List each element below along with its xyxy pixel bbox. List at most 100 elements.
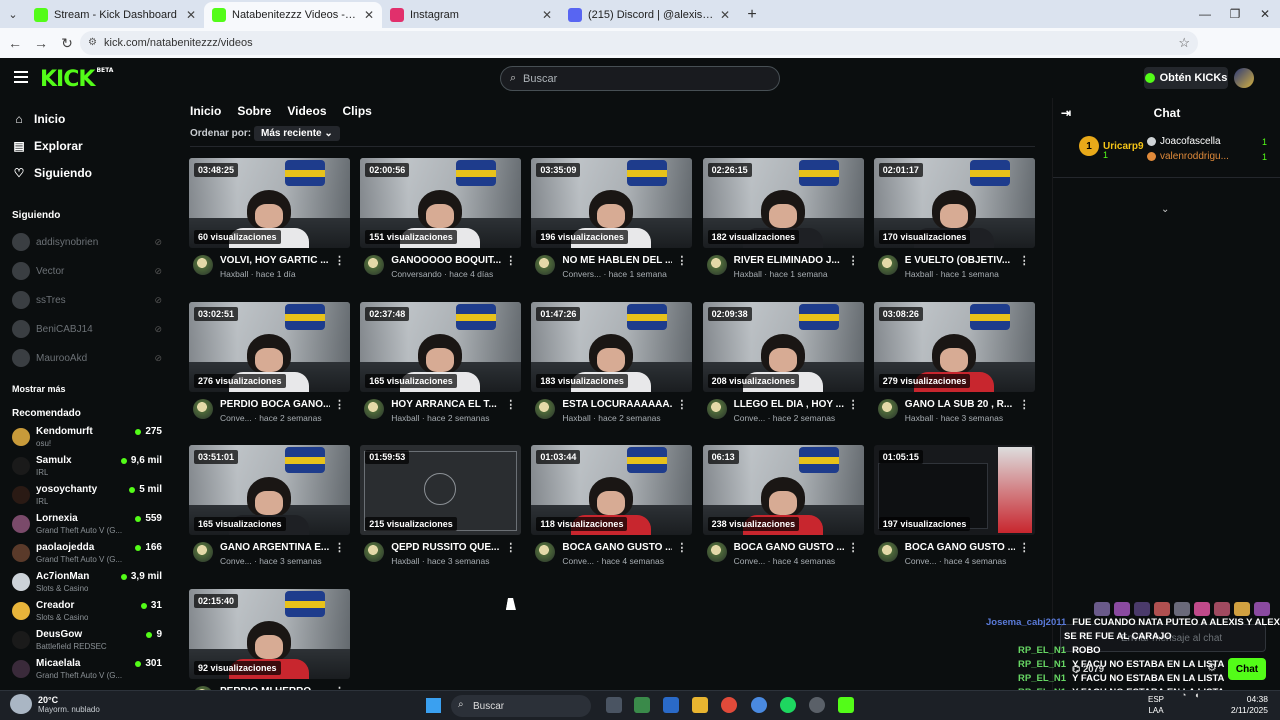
video-thumbnail[interactable]: 02:00:56 151 visualizaciones: [360, 158, 522, 248]
more-options-icon[interactable]: ⋮: [848, 398, 859, 411]
more-options-icon[interactable]: ⋮: [676, 254, 687, 267]
chat-username[interactable]: RP_EL_N1: [1018, 645, 1066, 656]
more-options-icon[interactable]: ⋮: [505, 254, 516, 267]
video-title[interactable]: BOCA GANO GUSTO ...: [734, 542, 844, 553]
close-tab-icon[interactable]: ✕: [542, 8, 552, 22]
leaderboard-row[interactable]: Joacofascella 1: [1147, 136, 1267, 147]
recommended-channel[interactable]: Kendomurft osu! 275: [12, 425, 162, 451]
video-thumbnail[interactable]: 02:37:48 165 visualizaciones: [360, 301, 522, 392]
steam-icon[interactable]: [809, 697, 825, 713]
recommended-channel[interactable]: Lornexia Grand Theft Auto V (G... 559: [12, 512, 162, 538]
more-options-icon[interactable]: ⋮: [676, 541, 687, 554]
recommended-channel[interactable]: yosoychanty IRL 5 mil: [12, 483, 162, 509]
chat-username[interactable]: RP_EL_N1: [1018, 673, 1066, 684]
channel-avatar[interactable]: [877, 398, 898, 419]
video-card[interactable]: 02:37:48 165 visualizaciones HOY ARRANCA E…: [360, 301, 522, 432]
user-avatar[interactable]: [1234, 68, 1254, 88]
more-options-icon[interactable]: ⋮: [505, 398, 516, 411]
video-title[interactable]: E VUELTO (OBJETIV...: [905, 255, 1015, 266]
emote-icon[interactable]: [1174, 602, 1190, 616]
emote-icon[interactable]: [1194, 602, 1210, 616]
search-input[interactable]: ⌕ Buscar: [500, 66, 780, 91]
channel-avatar[interactable]: [535, 255, 556, 275]
browser-tab[interactable]: (215) Discord | @alexis [el ✕: [560, 2, 738, 28]
leaderboard-top[interactable]: 1 Uricarp9 1: [1079, 136, 1144, 160]
video-card[interactable]: 06:13 238 visualizaciones BOCA GANO GUSTO …: [702, 445, 864, 575]
video-card[interactable]: 03:51:01 165 visualizaciones GANO ARGENTIN…: [189, 445, 350, 575]
video-title[interactable]: RIVER ELIMINADO J...: [734, 255, 844, 266]
hamburger-menu-icon[interactable]: [14, 71, 28, 83]
browser-tab-active[interactable]: Natabenitezzz Videos - Watch Clip ✕: [204, 2, 382, 28]
video-thumbnail[interactable]: 03:51:01 165 visualizaciones: [189, 445, 350, 535]
calculator-icon[interactable]: [663, 697, 679, 713]
channel-avatar[interactable]: [193, 398, 213, 419]
chat-username[interactable]: RP_EL_N1: [1018, 659, 1066, 670]
video-card[interactable]: 03:02:51 276 visualizaciones PERDIO BOCA G…: [189, 301, 350, 432]
video-thumbnail[interactable]: 01:05:15 197 visualizaciones: [873, 445, 1035, 535]
channel-avatar[interactable]: [706, 255, 727, 275]
tab-inicio[interactable]: Inicio: [190, 104, 221, 118]
video-card[interactable]: 01:47:26 183 visualizaciones ESTA LOCURAAA…: [531, 301, 693, 432]
windows-start-icon[interactable]: [426, 698, 441, 713]
video-thumbnail[interactable]: 06:13 238 visualizaciones: [702, 445, 864, 535]
video-title[interactable]: ESTA LOCURAAAAAA...: [562, 399, 672, 410]
more-options-icon[interactable]: ⋮: [848, 541, 859, 554]
more-options-icon[interactable]: ⋮: [505, 541, 516, 554]
emote-icon[interactable]: [1114, 602, 1130, 616]
bookmark-star-icon[interactable]: ☆: [1178, 35, 1190, 51]
video-card[interactable]: 02:01:17 170 visualizaciones E VUELTO (OBJ…: [873, 158, 1035, 288]
video-thumbnail[interactable]: 03:08:26 279 visualizaciones: [873, 301, 1035, 392]
tab-clips[interactable]: Clips: [343, 104, 372, 118]
browser-tab[interactable]: Stream - Kick Dashboard ✕: [26, 2, 204, 28]
channel-avatar[interactable]: [364, 398, 385, 419]
more-options-icon[interactable]: ⋮: [848, 254, 859, 267]
video-title[interactable]: BOCA GANO GUSTO ...: [905, 542, 1015, 553]
reload-icon[interactable]: ↻: [55, 31, 79, 55]
close-window-icon[interactable]: ✕: [1248, 0, 1280, 28]
emote-icon[interactable]: [1094, 602, 1110, 616]
volume-icon[interactable]: ◖: [1194, 690, 1199, 700]
sort-dropdown[interactable]: Más reciente ⌄: [254, 126, 340, 141]
video-title[interactable]: QEPD RUSSITO QUE...: [391, 542, 501, 553]
weather-widget[interactable]: 20°C Mayorm. nublado: [10, 694, 100, 714]
sidebar-item-explorar[interactable]: ▤ Explorar: [12, 139, 82, 153]
following-channel[interactable]: Vector ⊘: [12, 262, 162, 280]
emote-icon[interactable]: [1134, 602, 1150, 616]
video-thumbnail[interactable]: 02:09:38 208 visualizaciones: [702, 301, 864, 392]
following-channel[interactable]: BeniCABJ14 ⊘: [12, 320, 162, 338]
video-card[interactable]: 03:08:26 279 visualizaciones GANO LA SUB 2…: [873, 301, 1035, 432]
video-title[interactable]: VOLVI, HOY GARTIC ...: [220, 255, 330, 266]
spotify-icon[interactable]: [780, 697, 796, 713]
channel-avatar[interactable]: [193, 542, 213, 562]
expand-leaderboard-icon[interactable]: ⌄: [1161, 204, 1169, 215]
chat-username[interactable]: Josema_cabj2011: [986, 617, 1066, 628]
maximize-icon[interactable]: ❐: [1218, 0, 1252, 28]
tab-videos[interactable]: Videos: [287, 104, 326, 118]
taskbar-search[interactable]: ⌕ Buscar: [451, 695, 591, 717]
minimize-icon[interactable]: —: [1188, 0, 1222, 28]
emote-icon[interactable]: [1234, 602, 1250, 616]
more-options-icon[interactable]: ⋮: [1019, 254, 1030, 267]
channel-avatar[interactable]: [877, 255, 898, 275]
video-card[interactable]: 01:03:44 118 visualizaciones BOCA GANO GUS…: [531, 445, 693, 575]
close-tab-icon[interactable]: ✕: [720, 8, 730, 22]
collapse-chat-icon[interactable]: ⇥: [1061, 106, 1071, 120]
kick-app-icon[interactable]: [838, 697, 854, 713]
task-view-icon[interactable]: [606, 697, 622, 713]
video-card[interactable]: 03:35:09 196 visualizaciones NO ME HABLEN …: [531, 158, 693, 288]
file-explorer-icon[interactable]: [692, 697, 708, 713]
site-info-icon[interactable]: ⚙: [88, 37, 97, 48]
channel-avatar[interactable]: [535, 542, 556, 562]
tab-search-icon[interactable]: ⌄: [0, 0, 26, 28]
channel-avatar[interactable]: [193, 255, 213, 275]
video-thumbnail[interactable]: 02:01:17 170 visualizaciones: [873, 158, 1035, 248]
close-tab-icon[interactable]: ✕: [364, 8, 374, 22]
recommended-channel[interactable]: Creador Slots & Casino 31: [12, 599, 162, 625]
video-thumbnail[interactable]: 01:59:53 215 visualizaciones: [360, 445, 522, 535]
video-card[interactable]: 02:09:38 208 visualizaciones LLEGO EL DIA …: [702, 301, 864, 432]
video-card[interactable]: 01:05:15 197 visualizaciones BOCA GANO GUS…: [873, 445, 1035, 575]
recommended-channel[interactable]: paolaojedda Grand Theft Auto V (G... 166: [12, 541, 162, 567]
following-channel[interactable]: ssTres ⊘: [12, 291, 162, 309]
video-title[interactable]: GANO LA SUB 20 , R...: [905, 399, 1015, 410]
leaderboard-row[interactable]: valenroddrigu... 1: [1147, 151, 1267, 162]
